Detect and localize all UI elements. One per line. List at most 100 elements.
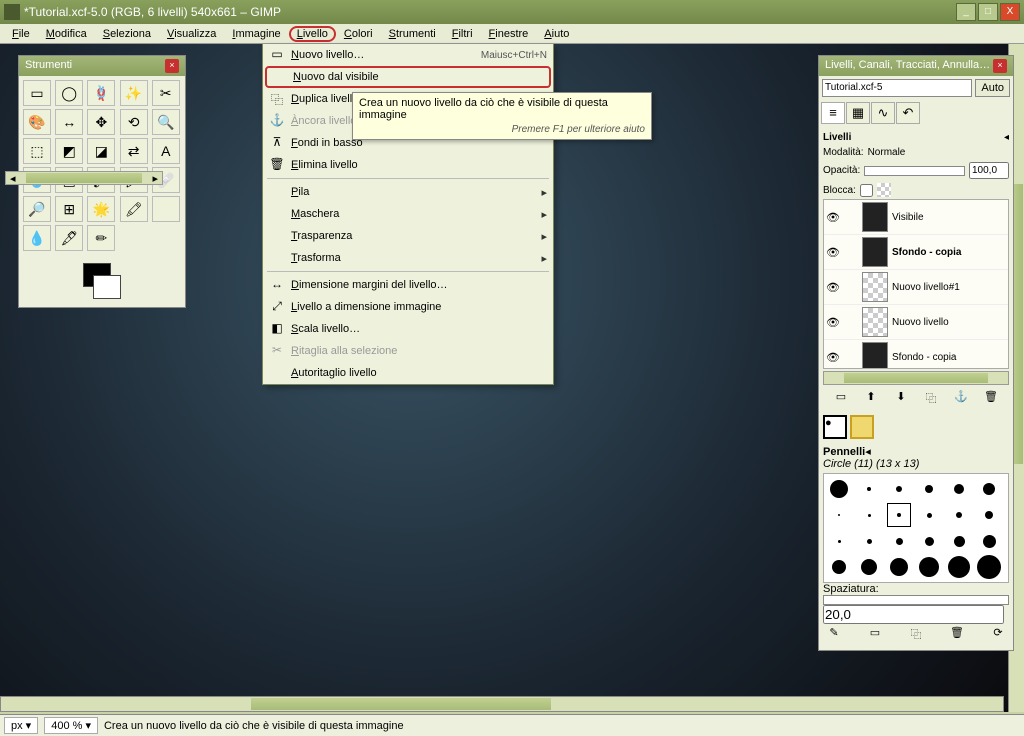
brush-4[interactable] bbox=[947, 477, 971, 501]
tool-22[interactable]: 🌟 bbox=[87, 196, 115, 222]
layer-row[interactable]: 👁 Nuovo livello#1 bbox=[824, 270, 1008, 305]
menu-file[interactable]: File bbox=[4, 26, 38, 42]
layer-btn-3[interactable]: ⿻ bbox=[923, 390, 939, 406]
visibility-icon[interactable]: 👁 bbox=[826, 351, 840, 364]
brush-12[interactable] bbox=[827, 529, 851, 553]
zoom-selector[interactable]: 400 % ▾ bbox=[44, 717, 98, 734]
menu-finestre[interactable]: Finestre bbox=[481, 26, 537, 42]
menu-item-elimina-livello[interactable]: 🗑Elimina livello bbox=[263, 154, 553, 176]
edit-brush-icon[interactable]: ✎ bbox=[825, 626, 843, 644]
menu-aiuto[interactable]: Aiuto bbox=[536, 26, 577, 42]
brush-7[interactable] bbox=[857, 503, 881, 527]
refresh-brush-icon[interactable]: ⟳ bbox=[989, 626, 1007, 644]
tool-10[interactable]: ⬚ bbox=[23, 138, 51, 164]
brush-23[interactable] bbox=[977, 555, 1001, 579]
menu-strumenti[interactable]: Strumenti bbox=[381, 26, 444, 42]
brush-16[interactable] bbox=[947, 529, 971, 553]
opacity-slider[interactable] bbox=[864, 166, 965, 176]
tab-layers[interactable]: ≡ bbox=[821, 102, 845, 124]
tool-2[interactable]: 🪢 bbox=[87, 80, 115, 106]
layer-row[interactable]: 👁Sfondo - copia bbox=[824, 235, 1008, 270]
menu-item-scala-livello-[interactable]: ◧Scala livello… bbox=[263, 318, 553, 340]
layer-btn-5[interactable]: 🗑 bbox=[983, 390, 999, 406]
brush-3[interactable] bbox=[917, 477, 941, 501]
color-swatch[interactable] bbox=[77, 263, 127, 299]
unit-selector[interactable]: px ▾ bbox=[4, 717, 38, 734]
collapse-icon[interactable]: ◂ bbox=[1004, 132, 1009, 143]
tool-23[interactable]: 🖍 bbox=[120, 196, 148, 222]
lock-alpha-checkbox[interactable] bbox=[860, 184, 873, 197]
menu-item-trasforma[interactable]: Trasforma▸ bbox=[263, 247, 553, 269]
brush-5[interactable] bbox=[977, 477, 1001, 501]
brush-20[interactable] bbox=[887, 555, 911, 579]
brush-0[interactable] bbox=[827, 477, 851, 501]
brush-8[interactable] bbox=[887, 503, 911, 527]
maximize-button[interactable]: □ bbox=[978, 3, 998, 21]
menu-modifica[interactable]: Modifica bbox=[38, 26, 95, 42]
tool-11[interactable]: ◩ bbox=[55, 138, 83, 164]
menu-item-trasparenza[interactable]: Trasparenza▸ bbox=[263, 225, 553, 247]
tool-20[interactable]: 🔎 bbox=[23, 196, 51, 222]
tool-3[interactable]: ✨ bbox=[120, 80, 148, 106]
brush-18[interactable] bbox=[827, 555, 851, 579]
menu-item-pila[interactable]: Pila▸ bbox=[263, 181, 553, 203]
minimize-button[interactable]: _ bbox=[956, 3, 976, 21]
tab-undo[interactable]: ↶ bbox=[896, 102, 920, 124]
menu-item-autoritaglio-livello[interactable]: Autoritaglio livello bbox=[263, 362, 553, 384]
brush-17[interactable] bbox=[977, 529, 1001, 553]
tab-channels[interactable]: ▦ bbox=[846, 102, 870, 124]
menu-item-nuovo-livello-[interactable]: ▭Nuovo livello…Maiusc+Ctrl+N bbox=[263, 44, 553, 66]
menu-visualizza[interactable]: Visualizza bbox=[159, 26, 224, 42]
brush-11[interactable] bbox=[977, 503, 1001, 527]
brush-19[interactable] bbox=[857, 555, 881, 579]
menu-colori[interactable]: Colori bbox=[336, 26, 381, 42]
tool-27[interactable]: ✏ bbox=[87, 225, 115, 251]
brush-21[interactable] bbox=[917, 555, 941, 579]
close-button[interactable]: X bbox=[1000, 3, 1020, 21]
menu-seleziona[interactable]: Seleziona bbox=[95, 26, 159, 42]
tool-24[interactable] bbox=[152, 196, 180, 222]
brush-10[interactable] bbox=[947, 503, 971, 527]
layer-btn-4[interactable]: ⚓ bbox=[953, 390, 969, 406]
options-scrollbar[interactable]: ◂▸ bbox=[5, 171, 163, 185]
tool-1[interactable]: ◯ bbox=[55, 80, 83, 106]
pattern-preview-square[interactable] bbox=[850, 415, 874, 439]
brush-9[interactable] bbox=[917, 503, 941, 527]
dup-brush-icon[interactable]: ⿻ bbox=[907, 626, 925, 644]
menu-item-nuovo-dal-visibile[interactable]: Nuovo dal visibile bbox=[265, 66, 551, 88]
layer-name[interactable]: Nuovo livello#1 bbox=[892, 282, 960, 293]
menu-item-dimensione-margini-del-livello-[interactable]: ↔Dimensione margini del livello… bbox=[263, 274, 553, 296]
layer-name[interactable]: Sfondo - copia bbox=[892, 352, 957, 363]
tool-21[interactable]: ⊞ bbox=[55, 196, 83, 222]
menu-immagine[interactable]: Immagine bbox=[224, 26, 288, 42]
collapse-icon[interactable]: ◂ bbox=[865, 446, 871, 458]
brush-22[interactable] bbox=[947, 555, 971, 579]
spacing-slider[interactable] bbox=[823, 595, 1009, 605]
tool-8[interactable]: ⟲ bbox=[120, 109, 148, 135]
layer-btn-1[interactable]: ⬆ bbox=[863, 390, 879, 406]
menu-item-maschera[interactable]: Maschera▸ bbox=[263, 203, 553, 225]
brush-1[interactable] bbox=[857, 477, 881, 501]
tool-4[interactable]: ✂ bbox=[152, 80, 180, 106]
background-color[interactable] bbox=[93, 275, 121, 299]
panel-close-icon[interactable]: × bbox=[165, 59, 179, 73]
visibility-icon[interactable]: 👁 bbox=[826, 281, 840, 294]
tool-5[interactable]: 🎨 bbox=[23, 109, 51, 135]
brush-15[interactable] bbox=[917, 529, 941, 553]
brush-14[interactable] bbox=[887, 529, 911, 553]
visibility-icon[interactable]: 👁 bbox=[826, 246, 840, 259]
layer-row[interactable]: 👁Nuovo livello bbox=[824, 305, 1008, 340]
blend-mode-selector[interactable]: Normale bbox=[868, 147, 906, 158]
brush-13[interactable] bbox=[857, 529, 881, 553]
tool-26[interactable]: 🖋 bbox=[55, 225, 83, 251]
auto-button[interactable]: Auto bbox=[975, 79, 1010, 97]
menu-livello[interactable]: Livello bbox=[289, 26, 336, 42]
menu-filtri[interactable]: Filtri bbox=[444, 26, 481, 42]
tool-6[interactable]: ↔ bbox=[55, 109, 83, 135]
menu-item-livello-a-dimensione-immagine[interactable]: ⤢Livello a dimensione immagine bbox=[263, 296, 553, 318]
tool-25[interactable]: 💧 bbox=[23, 225, 51, 251]
horizontal-scrollbar[interactable] bbox=[0, 696, 1004, 712]
tool-9[interactable]: 🔍 bbox=[152, 109, 180, 135]
layers-hscroll[interactable] bbox=[823, 371, 1009, 385]
tool-12[interactable]: ◪ bbox=[87, 138, 115, 164]
